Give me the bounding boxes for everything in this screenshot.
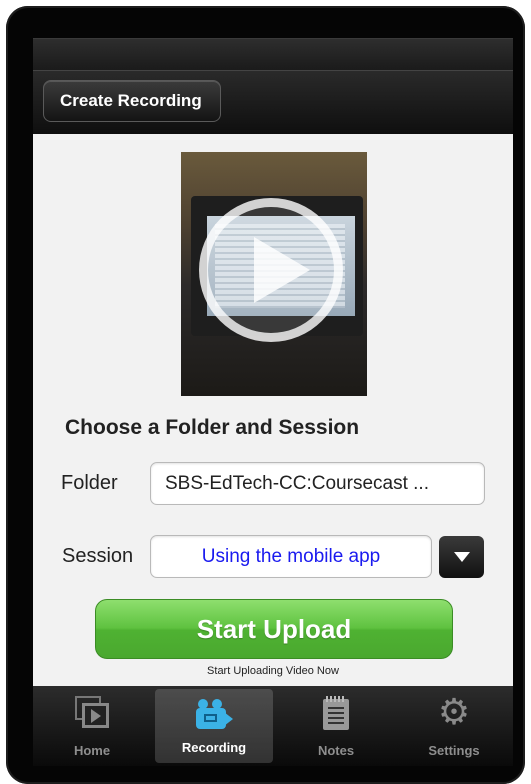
video-library-icon [75,696,109,728]
video-thumbnail[interactable] [181,152,367,396]
tab-bar: Home Recording Notes ⚙ Settings [33,686,513,766]
section-title: Choose a Folder and Session [65,416,360,439]
tab-recording-label: Recording [181,740,247,755]
folder-field[interactable]: SBS-EdTech-CC:Coursecast ... [150,462,485,505]
gear-icon: ⚙ [437,691,471,732]
main-content: Choose a Folder and Session Folder SBS-E… [33,134,513,686]
folder-label: Folder [61,472,118,494]
tab-notes-label: Notes [317,743,355,758]
video-camera-icon [194,699,234,731]
triangle-down-icon [454,552,470,562]
tab-settings-label: Settings [428,743,480,758]
session-label: Session [62,545,134,567]
status-bar [33,38,513,71]
back-button[interactable]: Create Recording [43,80,221,122]
session-field[interactable]: Using the mobile app [150,535,432,578]
tab-recording[interactable]: Recording [155,689,273,763]
tab-home-label: Home [73,743,111,758]
notepad-icon [323,696,349,730]
tab-settings[interactable]: ⚙ Settings [395,686,513,766]
start-upload-button[interactable]: Start Upload [95,599,453,659]
session-dropdown-button[interactable] [439,536,484,578]
play-triangle [254,237,310,303]
tab-home[interactable]: Home [33,686,151,766]
navigation-bar: Create Recording [33,70,513,135]
start-upload-caption: Start Uploading Video Now [207,665,339,677]
play-icon[interactable] [199,198,343,342]
tab-notes[interactable]: Notes [277,686,395,766]
